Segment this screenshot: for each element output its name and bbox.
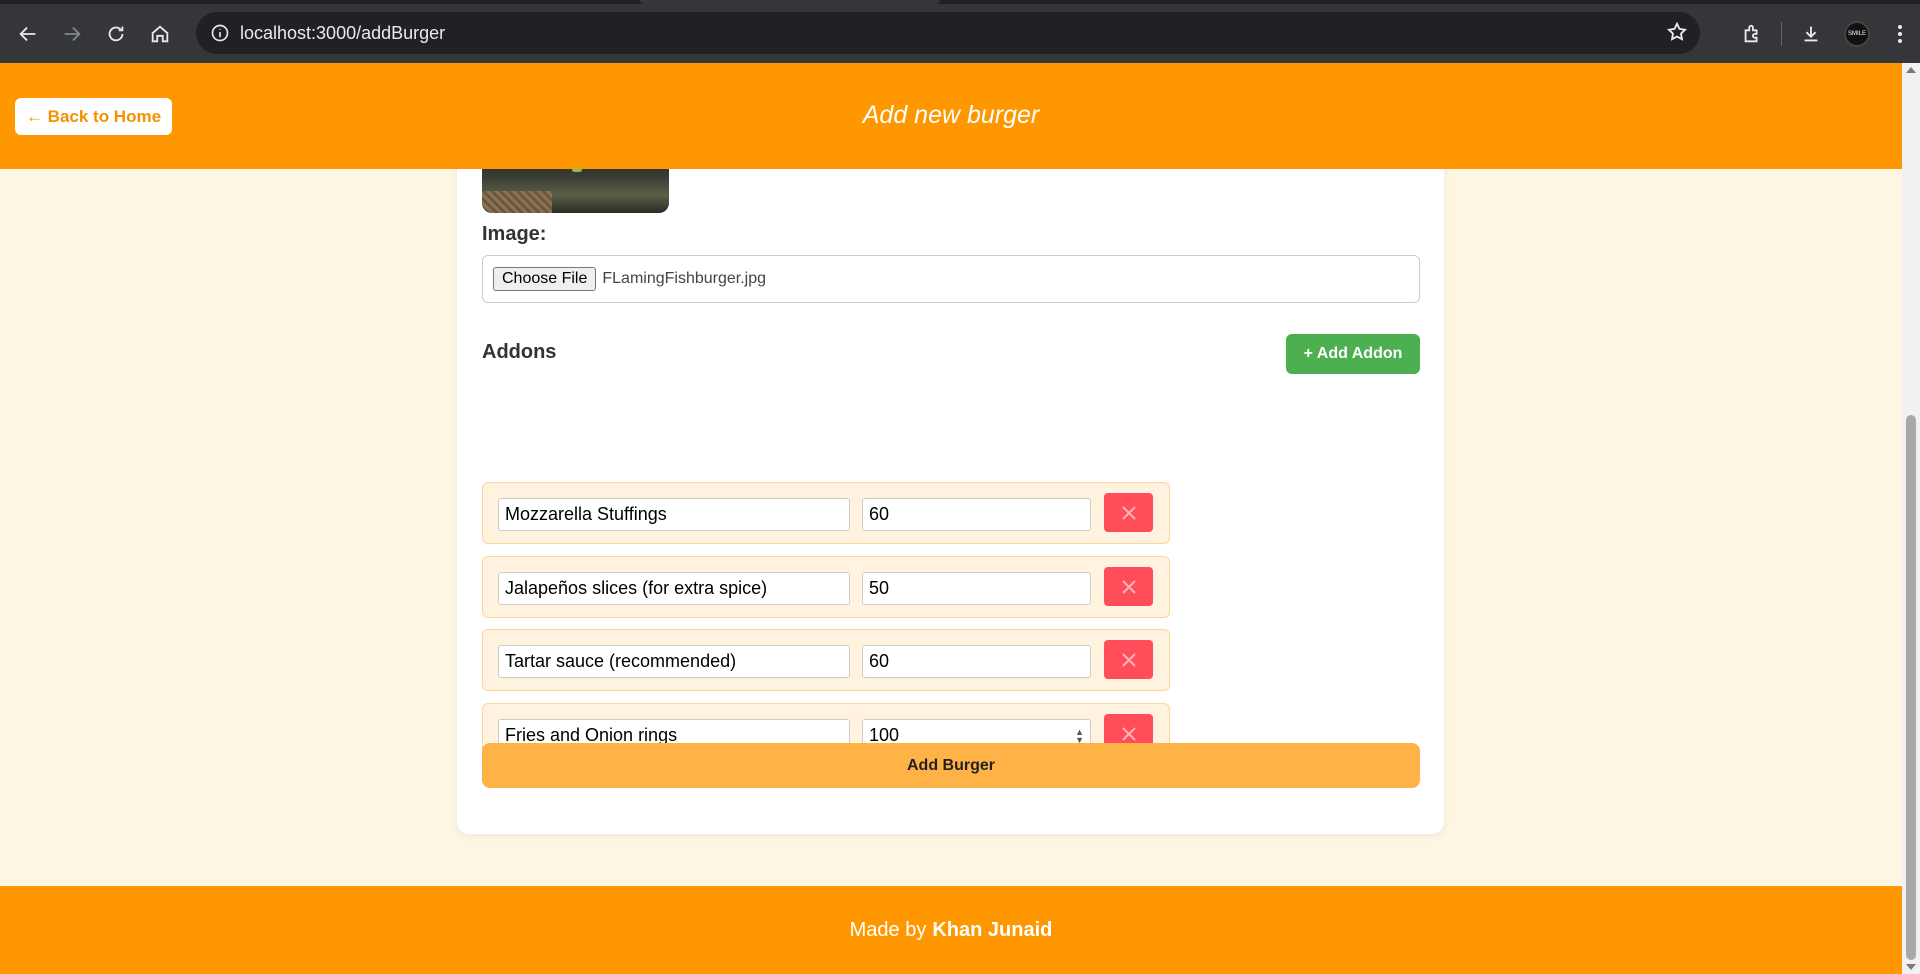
addon-price-value: 50 (869, 578, 890, 598)
selected-file-name: FLamingFishburger.jpg (602, 270, 767, 287)
browser-chrome: localhost:3000/addBurger SMILE (0, 0, 1920, 63)
close-icon (1121, 579, 1136, 594)
avatar: SMILE (1844, 20, 1870, 47)
menu-kebab-icon[interactable] (1880, 12, 1920, 56)
burger-form-card: Image: Choose File FLamingFishburger.jpg… (457, 153, 1444, 834)
remove-addon-button[interactable] (1104, 567, 1153, 606)
remove-addon-button[interactable] (1104, 493, 1153, 532)
forward-arrow-icon[interactable] (50, 12, 94, 56)
close-icon (1121, 652, 1136, 667)
addon-row: Tartar sauce (recommended) 60 (482, 629, 1170, 691)
download-icon[interactable] (1788, 12, 1834, 56)
scroll-down-arrow-icon[interactable] (1906, 964, 1916, 970)
image-detail (482, 191, 552, 213)
toolbar-actions: SMILE (1729, 4, 1920, 63)
image-file-input[interactable]: Choose File FLamingFishburger.jpg (482, 255, 1420, 303)
addon-price-input[interactable]: 60 (862, 645, 1091, 678)
toolbar-divider (1781, 21, 1782, 46)
site-info-icon[interactable] (200, 23, 240, 43)
browser-toolbar: localhost:3000/addBurger SMILE (0, 4, 1920, 63)
addon-row: Jalapeños slices (for extra spice) 50 (482, 556, 1170, 618)
add-addon-button[interactable]: + Add Addon (1286, 334, 1420, 374)
choose-file-button[interactable]: Choose File (493, 267, 597, 291)
number-spinner-icon[interactable]: ▲ ▼ (1075, 728, 1084, 745)
bookmark-star-icon[interactable] (1666, 21, 1688, 48)
scroll-up-arrow-icon[interactable] (1906, 67, 1916, 73)
page-content: Image: Choose File FLamingFishburger.jpg… (0, 63, 1902, 974)
close-icon (1121, 505, 1136, 520)
page-title: Add new burger (862, 101, 1040, 129)
footer-prefix: Made by (849, 918, 927, 941)
address-bar[interactable]: localhost:3000/addBurger (196, 12, 1700, 54)
addon-name-input[interactable]: Mozzarella Stuffings (498, 498, 850, 531)
addon-price-value: 60 (869, 504, 890, 524)
page-header: ← Back to Home Add new burger (0, 63, 1902, 169)
footer-author: Khan Junaid (932, 918, 1053, 941)
page-footer: Made by Khan Junaid (0, 886, 1902, 974)
home-icon[interactable] (138, 12, 182, 56)
image-label: Image: (482, 223, 547, 245)
addons-heading: Addons (482, 341, 557, 363)
addon-price-input[interactable]: 50 (862, 572, 1091, 605)
url-text: localhost:3000/addBurger (240, 22, 446, 43)
addon-price-value: 60 (869, 651, 890, 671)
addon-price-input[interactable]: 60 (862, 498, 1091, 531)
addon-name-input[interactable]: Jalapeños slices (for extra spice) (498, 572, 850, 605)
extensions-icon[interactable] (1729, 12, 1775, 56)
addon-row: Mozzarella Stuffings 60 (482, 482, 1170, 544)
profile-avatar[interactable]: SMILE (1834, 12, 1880, 56)
back-arrow-icon[interactable] (6, 12, 50, 56)
scrollbar-thumb[interactable] (1906, 415, 1916, 960)
close-icon (1121, 726, 1136, 741)
addon-name-input[interactable]: Tartar sauce (recommended) (498, 645, 850, 678)
remove-addon-button[interactable] (1104, 640, 1153, 679)
add-burger-button[interactable]: Add Burger (482, 743, 1420, 788)
reload-icon[interactable] (94, 12, 138, 56)
page-scrollbar[interactable] (1902, 63, 1920, 974)
